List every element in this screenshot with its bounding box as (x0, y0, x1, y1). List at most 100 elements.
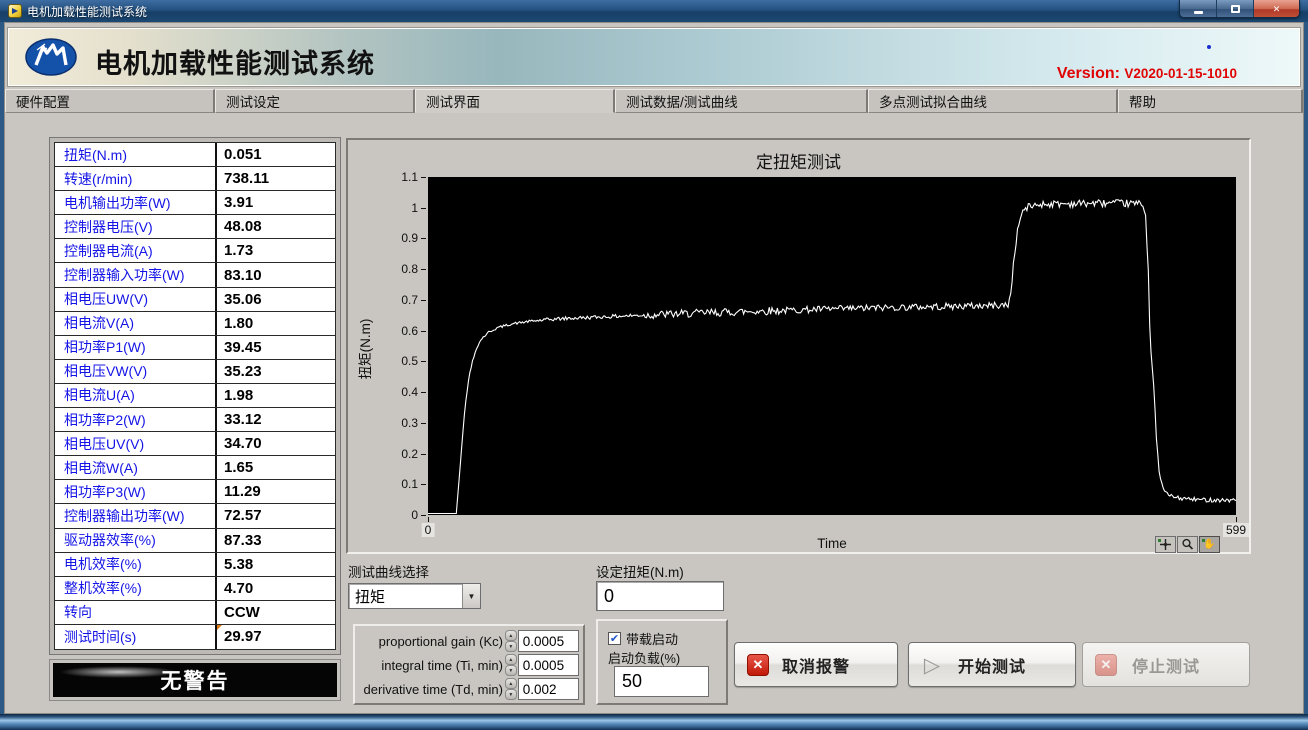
y-tick-mark (421, 515, 426, 516)
action-button[interactable]: ✕取消报警 (734, 642, 898, 687)
x-scale-value[interactable]: 599 (1223, 523, 1249, 537)
row-value: CCW (215, 601, 335, 624)
pid-label: integral time (Ti, min) (359, 658, 505, 673)
pid-value-input[interactable]: 0.0005 (518, 654, 579, 676)
y-tick-label: 1 (384, 201, 418, 215)
spinner-down-icon[interactable]: ▼ (505, 689, 517, 700)
load-start-row: ✔ 带载启动 (608, 629, 678, 648)
row-label: 相电压UW(V) (55, 288, 215, 311)
close-button[interactable]: ✕ (1254, 0, 1299, 18)
cursor-tool-button[interactable] (1155, 536, 1176, 553)
maximize-icon (1231, 5, 1240, 13)
table-row: 驱动器效率(%)87.33 (55, 529, 335, 553)
tab-1[interactable]: 硬件配置 (5, 89, 215, 113)
row-value: 83.10 (215, 263, 335, 286)
row-label: 控制器电流(A) (55, 239, 215, 262)
curve-select-dropdown[interactable]: 扭矩 ▼ (348, 583, 481, 609)
zoom-tool-button[interactable] (1177, 536, 1198, 553)
check-icon: ✔ (610, 632, 619, 645)
play-icon: ▷ (921, 654, 943, 676)
x-scale-value[interactable]: 0 (422, 523, 435, 537)
row-value: 35.23 (215, 360, 335, 383)
row-label: 相电流U(A) (55, 384, 215, 407)
page-title: 电机加载性能测试系统 (95, 42, 375, 81)
spinner-up-icon[interactable]: ▲ (505, 654, 517, 665)
numeric-spinner: ▲▼ (505, 654, 517, 676)
table-row: 相电压UW(V)35.06 (55, 288, 335, 312)
header-band: 电机加载性能测试系统 Version: V2020-01-15-1010 (8, 28, 1300, 86)
row-value: 34.70 (215, 432, 335, 455)
window-bottom-border (0, 714, 1308, 730)
tab-label: 帮助 (1129, 91, 1156, 111)
magnifier-icon (1181, 538, 1194, 551)
row-label: 测试时间(s) (55, 625, 215, 649)
tab-label: 测试界面 (426, 91, 480, 111)
numeric-spinner: ▲▼ (505, 678, 517, 700)
x-axis-title: Time (428, 536, 1236, 551)
measurement-table-frame: 扭矩(N.m)0.051转速(r/min)738.11电机输出功率(W)3.91… (49, 137, 341, 655)
tab-label: 测试数据/测试曲线 (626, 91, 738, 111)
curve-select-label: 测试曲线选择 (348, 561, 429, 581)
pid-value-input[interactable]: 0.0005 (518, 630, 579, 652)
spinner-down-icon[interactable]: ▼ (505, 641, 517, 652)
pid-row: integral time (Ti, min)▲▼0.0005 (359, 653, 579, 677)
spinner-up-icon[interactable]: ▲ (505, 630, 517, 641)
dropdown-arrow-icon[interactable]: ▼ (462, 584, 480, 608)
close-icon: ✕ (1273, 4, 1281, 15)
button-label: 开始测试 (958, 653, 1026, 677)
pid-cluster: proportional gain (Kc)▲▼0.0005integral t… (353, 624, 585, 705)
pid-value-input[interactable]: 0.002 (518, 678, 579, 700)
maximize-button[interactable] (1217, 0, 1254, 18)
table-row: 相电压UV(V)34.70 (55, 432, 335, 456)
tab-label: 测试设定 (226, 91, 280, 111)
action-button-disabled[interactable]: ✕停止测试 (1082, 642, 1250, 687)
tool-dot (1202, 539, 1205, 542)
stray-dot-decoration (1207, 45, 1211, 49)
minimize-button[interactable] (1180, 0, 1217, 18)
y-tick-label: 0.6 (384, 324, 418, 338)
row-label: 相功率P1(W) (55, 336, 215, 359)
table-row: 电机输出功率(W)3.91 (55, 191, 335, 215)
tab-5[interactable]: 多点测试拟合曲线 (868, 89, 1118, 113)
chart-title: 定扭矩测试 (348, 148, 1249, 173)
tab-3[interactable]: 测试界面 (415, 89, 615, 113)
tab-2[interactable]: 测试设定 (215, 89, 415, 113)
spinner-down-icon[interactable]: ▼ (505, 665, 517, 676)
minimize-icon (1194, 11, 1203, 14)
app-icon (8, 4, 22, 18)
load-start-group: ✔ 带载启动 启动负载(%) 50 (596, 619, 728, 705)
table-row: 相电压VW(V)35.23 (55, 360, 335, 384)
table-row: 控制器电压(V)48.08 (55, 215, 335, 239)
start-load-input[interactable]: 50 (614, 666, 709, 697)
load-start-checkbox[interactable]: ✔ (608, 632, 621, 645)
table-row: 电机效率(%)5.38 (55, 553, 335, 577)
row-label: 电机效率(%) (55, 553, 215, 576)
spinner-up-icon[interactable]: ▲ (505, 678, 517, 689)
y-tick-mark (421, 484, 426, 485)
row-value: 39.45 (215, 336, 335, 359)
table-row: 相功率P3(W)11.29 (55, 480, 335, 504)
row-value: 5.38 (215, 553, 335, 576)
action-button[interactable]: ▷ 开始测试 (908, 642, 1076, 687)
row-value: 48.08 (215, 215, 335, 238)
measurement-table: 扭矩(N.m)0.051转速(r/min)738.11电机输出功率(W)3.91… (54, 142, 336, 650)
y-tick-mark (421, 331, 426, 332)
tab-label: 硬件配置 (16, 91, 70, 111)
pid-row: derivative time (Td, min)▲▼0.002 (359, 677, 579, 701)
row-value: 72.57 (215, 504, 335, 527)
table-row: 相功率P2(W)33.12 (55, 408, 335, 432)
y-tick-mark (421, 392, 426, 393)
tab-6[interactable]: 帮助 (1118, 89, 1303, 113)
alarm-banner-frame: 无警告 (49, 659, 341, 701)
chart-panel: 定扭矩测试 扭矩(N.m) 00.10.20.30.40.50.60.70.80… (346, 138, 1251, 554)
row-label: 转速(r/min) (55, 167, 215, 190)
row-label: 转向 (55, 601, 215, 624)
set-torque-input[interactable]: 0 (596, 581, 724, 611)
pan-tool-button[interactable]: ✋ (1199, 536, 1220, 553)
tab-4[interactable]: 测试数据/测试曲线 (615, 89, 868, 113)
chart-plot-area[interactable] (428, 177, 1236, 515)
row-label: 相功率P3(W) (55, 480, 215, 503)
row-label: 控制器输入功率(W) (55, 263, 215, 286)
title-bar: 电机加载性能测试系统 ✕ (0, 0, 1308, 22)
curve-select-value: 扭矩 (349, 584, 462, 608)
